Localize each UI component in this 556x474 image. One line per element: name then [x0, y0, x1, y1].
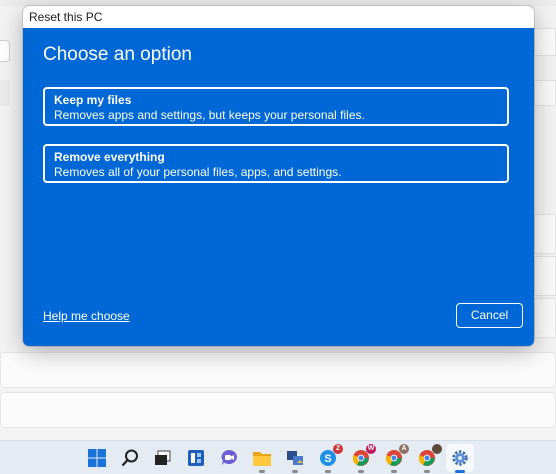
settings-right-card — [534, 80, 556, 106]
settings-right-card — [534, 28, 556, 56]
running-indicator — [358, 470, 364, 473]
settings-left-control — [0, 40, 10, 62]
chrome-profile-a-icon[interactable]: A — [384, 444, 409, 473]
running-indicator — [292, 470, 298, 473]
remove-everything-button[interactable]: Remove everything Removes all of your pe… — [43, 144, 509, 183]
dialog-title: Reset this PC — [23, 6, 534, 28]
settings-right-card — [534, 214, 556, 254]
option-title: Remove everything — [54, 150, 165, 164]
svg-text:S: S — [324, 453, 331, 465]
app-icon[interactable] — [285, 448, 305, 473]
option-title: Keep my files — [54, 93, 132, 107]
file-explorer-icon[interactable] — [252, 448, 272, 473]
reset-pc-dialog: Reset this PC Choose an option Keep my f… — [23, 6, 534, 346]
active-indicator — [455, 470, 465, 473]
notification-badge: 2 — [333, 444, 343, 454]
running-indicator — [424, 470, 430, 473]
running-indicator — [325, 470, 331, 473]
option-description: Removes all of your personal files, apps… — [54, 165, 342, 179]
task-view-icon[interactable] — [153, 448, 173, 468]
running-indicator — [391, 470, 397, 473]
cancel-button[interactable]: Cancel — [456, 303, 523, 328]
settings-card — [0, 392, 556, 428]
settings-right-card — [534, 256, 556, 296]
option-description: Removes apps and settings, but keeps you… — [54, 108, 365, 122]
dialog-heading: Choose an option — [43, 44, 192, 65]
windows-start-icon[interactable] — [87, 448, 107, 468]
profile-badge: A — [399, 444, 409, 454]
search-icon[interactable] — [120, 448, 140, 468]
chat-icon[interactable] — [219, 448, 239, 468]
widgets-icon[interactable] — [186, 448, 206, 468]
settings-right-card — [534, 298, 556, 338]
taskbar: S 2 W A — [0, 440, 556, 474]
settings-card — [0, 352, 556, 388]
settings-icon[interactable] — [450, 448, 470, 473]
profile-avatar-badge — [432, 444, 442, 454]
help-me-choose-link[interactable]: Help me choose — [43, 309, 130, 323]
chrome-profile-icon[interactable] — [417, 444, 442, 473]
settings-left-item — [0, 80, 10, 106]
profile-badge: W — [366, 444, 376, 454]
running-indicator — [259, 470, 265, 473]
chrome-profile-w-icon[interactable]: W — [351, 444, 376, 473]
keep-my-files-button[interactable]: Keep my files Removes apps and settings,… — [43, 87, 509, 126]
skype-icon[interactable]: S 2 — [318, 444, 343, 473]
